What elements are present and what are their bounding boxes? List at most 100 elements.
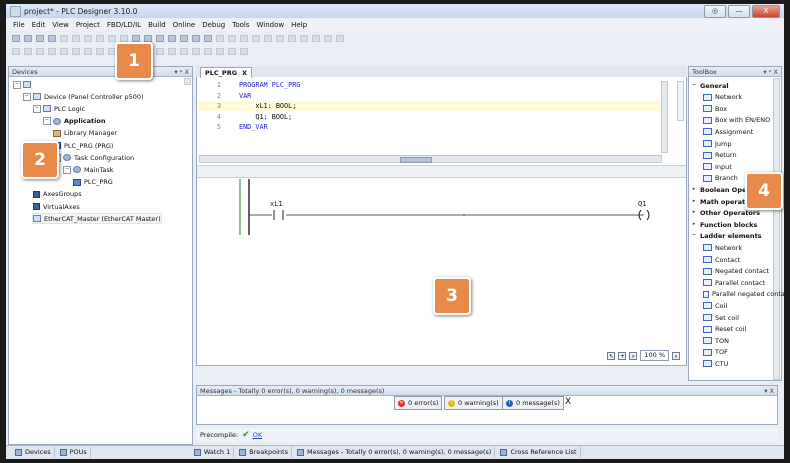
run-icon[interactable] bbox=[228, 35, 236, 42]
toolbox-item[interactable]: Return bbox=[703, 150, 784, 161]
toolbox-item[interactable]: Assignment bbox=[703, 126, 784, 137]
declaration-hscrollbar[interactable] bbox=[199, 155, 662, 163]
menu-file[interactable]: File bbox=[13, 21, 25, 29]
code-line[interactable]: 5 END_VAR bbox=[197, 122, 662, 132]
toolbox-item[interactable]: Network bbox=[703, 92, 784, 103]
help-button[interactable]: ◎ bbox=[704, 5, 726, 18]
toolbox-item[interactable]: Box with EN/ENO bbox=[703, 115, 784, 126]
menu-window[interactable]: Window bbox=[257, 21, 285, 29]
tab-pous[interactable]: POUs bbox=[57, 447, 91, 458]
minimize-button[interactable]: — bbox=[728, 5, 750, 18]
devices-scroll-up[interactable] bbox=[184, 78, 191, 85]
menu-tools[interactable]: Tools bbox=[232, 21, 249, 29]
collapse-icon[interactable]: − bbox=[63, 165, 71, 174]
toolbox-item[interactable]: Parallel contact bbox=[703, 277, 784, 288]
toolbox-item[interactable]: CTU bbox=[703, 358, 784, 369]
login-icon[interactable] bbox=[204, 35, 212, 42]
write-values-icon[interactable] bbox=[312, 35, 320, 42]
pan-icon[interactable]: + bbox=[618, 351, 627, 360]
ld-comment-icon[interactable] bbox=[180, 48, 188, 55]
toolbox-item[interactable]: Jump bbox=[703, 138, 784, 149]
collapse-icon[interactable]: − bbox=[691, 82, 697, 89]
code-line[interactable]: 2 VAR bbox=[197, 91, 662, 101]
device-tree-item[interactable]: Library Manager bbox=[53, 129, 117, 138]
print-icon[interactable] bbox=[48, 35, 56, 42]
collapse-icon[interactable]: − bbox=[23, 92, 31, 101]
paste-icon[interactable] bbox=[108, 35, 116, 42]
device-tree-item[interactable]: −Task Configuration bbox=[53, 153, 134, 162]
cut-icon[interactable] bbox=[84, 35, 92, 42]
collapse-icon[interactable]: − bbox=[33, 104, 41, 113]
toolbox-item[interactable]: TON bbox=[703, 335, 784, 346]
device-icon[interactable] bbox=[180, 35, 188, 42]
step-out-icon[interactable] bbox=[300, 35, 308, 42]
ld-parallel-icon[interactable] bbox=[60, 48, 68, 55]
step-into-icon[interactable] bbox=[288, 35, 296, 42]
menu-fbd-ld-il[interactable]: FBD/LD/IL bbox=[107, 21, 141, 29]
menu-online[interactable]: Online bbox=[173, 21, 196, 29]
redo-icon[interactable] bbox=[72, 35, 80, 42]
find-icon[interactable] bbox=[132, 35, 140, 42]
toolbox-category[interactable]: − General bbox=[689, 80, 777, 91]
ld-edge-icon[interactable] bbox=[168, 48, 176, 55]
coil-variable[interactable]: Q1 bbox=[638, 200, 646, 208]
ld-box-icon[interactable] bbox=[24, 48, 32, 55]
layout-icon[interactable] bbox=[168, 35, 176, 42]
ladder-diagram[interactable]: xL1 Q1 bbox=[197, 177, 686, 237]
delete-icon[interactable] bbox=[120, 35, 128, 42]
device-tree-item[interactable]: PLC_PRG bbox=[73, 178, 113, 187]
toolbox-category[interactable]: − Ladder elements bbox=[689, 231, 777, 242]
collapse-icon[interactable]: − bbox=[691, 233, 697, 239]
device-tree-item[interactable]: EtherCAT_Master (EtherCAT Master) bbox=[32, 213, 162, 225]
expand-icon[interactable]: ▸ bbox=[691, 198, 697, 205]
devices-pane-controls[interactable]: ▾ ᵖ X bbox=[174, 67, 189, 77]
menu-build[interactable]: Build bbox=[148, 21, 166, 29]
toolbox-pane-controls[interactable]: ▾ ᵖ X bbox=[763, 67, 778, 77]
device-tree-item[interactable]: PLC_PRG (PRG) bbox=[53, 141, 113, 150]
messages-filter-button[interactable]: i 0 message(s) bbox=[502, 396, 564, 410]
ld-label-icon[interactable] bbox=[192, 48, 200, 55]
messages-pane-controls[interactable]: ▾ X bbox=[764, 386, 774, 396]
tab-devices[interactable]: Devices bbox=[12, 447, 55, 458]
device-tree-item[interactable]: − Application bbox=[43, 117, 105, 126]
tab-close-icon[interactable]: X bbox=[242, 68, 247, 78]
expand-icon[interactable]: ▸ bbox=[691, 210, 697, 216]
device-tree-item[interactable]: − bbox=[13, 80, 34, 89]
collapse-icon[interactable]: − bbox=[43, 117, 51, 126]
open-icon[interactable] bbox=[24, 35, 32, 42]
ld-eno-icon[interactable] bbox=[228, 48, 236, 55]
toolbox-item[interactable]: Parallel negated contact bbox=[703, 289, 784, 300]
toolbox-category[interactable]: ▸ Function blocks bbox=[689, 219, 777, 230]
errors-filter-button[interactable]: ✕ 0 error(s) bbox=[394, 396, 443, 410]
toolbox-item[interactable]: Coil bbox=[703, 300, 784, 311]
menu-help[interactable]: Help bbox=[291, 21, 307, 29]
toolbox-item[interactable]: Negated contact bbox=[703, 266, 784, 277]
new-icon[interactable] bbox=[12, 35, 20, 42]
code-line[interactable]: 3 xL1: BOOL; bbox=[197, 101, 662, 111]
code-line[interactable]: 4 Q1: BOOL; bbox=[197, 112, 662, 122]
warnings-filter-button[interactable]: ! 0 warning(s) bbox=[444, 396, 503, 410]
device-tree-item[interactable]: − MainTask bbox=[63, 165, 114, 174]
build-icon[interactable] bbox=[192, 35, 200, 42]
tab-cross-reference[interactable]: Cross Reference List bbox=[497, 447, 581, 458]
force-values-icon[interactable] bbox=[324, 35, 332, 42]
breakpoint-icon[interactable] bbox=[264, 35, 272, 42]
ld-reset-icon[interactable] bbox=[96, 48, 104, 55]
reset-icon[interactable] bbox=[252, 35, 260, 42]
toolbox-item[interactable]: Reset coil bbox=[703, 324, 784, 335]
zoom-level[interactable]: 100 % bbox=[640, 350, 669, 361]
zoom-tool-icon[interactable]: ⌕ bbox=[672, 351, 680, 360]
toolbox-item[interactable]: Network bbox=[703, 242, 784, 253]
pointer-icon[interactable]: ↖ bbox=[607, 351, 616, 360]
code-line[interactable]: 1 PROGRAM PLC_PRG bbox=[197, 80, 662, 90]
declaration-scrollbar[interactable] bbox=[661, 81, 668, 153]
step-over-icon[interactable] bbox=[276, 35, 284, 42]
menu-edit[interactable]: Edit bbox=[32, 21, 46, 29]
ld-network-icon[interactable] bbox=[12, 48, 20, 55]
ld-set-icon[interactable] bbox=[84, 48, 92, 55]
tab-watch-1[interactable]: Watch 1 bbox=[191, 447, 235, 458]
ld-assign-icon[interactable] bbox=[240, 48, 248, 55]
toolbox-item[interactable]: Input bbox=[703, 161, 784, 172]
undo-icon[interactable] bbox=[60, 35, 68, 42]
close-button[interactable]: X bbox=[752, 5, 780, 18]
